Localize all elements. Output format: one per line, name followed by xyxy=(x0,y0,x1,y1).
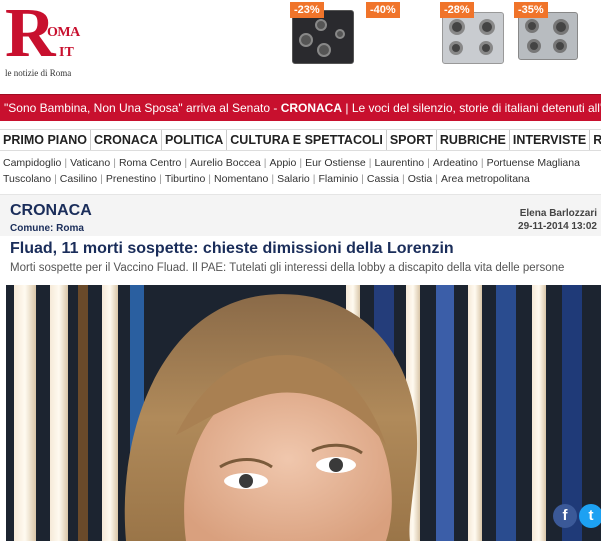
ad-product-1[interactable]: -23% xyxy=(290,2,356,66)
article-meta-bar: CRONACA Comune: Roma Elena Barlozzari 29… xyxy=(0,194,601,236)
district-link[interactable]: Prenestino xyxy=(106,173,156,185)
nav-cronaca[interactable]: CRONACA xyxy=(91,130,162,150)
ticker-text[interactable]: "Sono Bambina, Non Una Sposa" arriva al … xyxy=(4,101,601,115)
article-date: 29-11-2014 13:02 xyxy=(518,221,597,232)
district-link[interactable]: Portuense Magliana xyxy=(487,157,580,169)
district-link[interactable]: Eur Ostiense xyxy=(305,157,366,169)
article-photo xyxy=(6,285,601,541)
twitter-share-icon[interactable]: t xyxy=(579,504,601,528)
ticker-headline-1[interactable]: "Sono Bambina, Non Una Sposa" arriva al … xyxy=(4,101,281,115)
ad-product-2[interactable]: -40% xyxy=(366,2,406,66)
cooktop-image xyxy=(518,12,578,60)
ad-product-4[interactable]: -35% xyxy=(514,2,580,66)
district-link[interactable]: Aurelio Boccea xyxy=(190,157,261,169)
comune-key: Comune: xyxy=(10,223,54,234)
discount-badge: -28% xyxy=(440,2,474,18)
ticker-separator: | xyxy=(342,101,352,115)
district-link[interactable]: Laurentino xyxy=(375,157,425,169)
ticker-tag: CRONACA xyxy=(280,101,343,115)
district-link[interactable]: Cassia xyxy=(367,173,399,185)
article-author[interactable]: Elena Barlozzari xyxy=(520,208,597,219)
district-link[interactable]: Flaminio xyxy=(318,173,358,185)
district-link[interactable]: Vaticano xyxy=(70,157,110,169)
logo-it: IT xyxy=(59,45,74,60)
facebook-share-icon[interactable]: f xyxy=(553,504,577,528)
portrait-image xyxy=(6,285,601,541)
ad-product-3[interactable]: -28% xyxy=(440,2,506,66)
district-navigation: Campidoglio | Vaticano | Roma Centro | Aurelio… xyxy=(0,155,601,189)
nav-politica[interactable]: POLITICA xyxy=(162,130,228,150)
district-link[interactable]: Tiburtino xyxy=(165,173,205,185)
nav-primo-piano[interactable]: PRIMO PIANO xyxy=(0,130,92,150)
district-link[interactable]: Appio xyxy=(269,157,296,169)
district-link[interactable]: Ostia xyxy=(408,173,433,185)
nav-roma-di-notte[interactable]: ROMA DI NO xyxy=(590,130,601,150)
district-row-1: Campidoglio | Vaticano | Roma Centro | Aurelio… xyxy=(3,157,580,169)
article-headline: Fluad, 11 morti sospette: chieste dimiss… xyxy=(10,240,454,257)
cooktop-image xyxy=(442,12,504,64)
article-subtitle: Morti sospette per il Vaccino Fluad. Il … xyxy=(10,262,565,274)
district-link[interactable]: Salario xyxy=(277,173,310,185)
comune-label: Comune: Roma xyxy=(10,223,84,234)
nav-sport[interactable]: SPORT xyxy=(387,130,437,150)
cooktop-image xyxy=(292,10,354,64)
district-link[interactable]: Nomentano xyxy=(214,173,268,185)
logo-roma: OMA xyxy=(47,25,80,40)
nav-interviste[interactable]: INTERVISTE xyxy=(510,130,591,150)
discount-badge: -35% xyxy=(514,2,548,18)
main-navigation: PRIMO PIANO CRONACA POLITICA CULTURA E SPET… xyxy=(0,129,601,151)
district-row-2: Tuscolano | Casilino | Prenestino | Tiburtino |… xyxy=(3,173,530,185)
district-link[interactable]: Ardeatino xyxy=(433,157,478,169)
discount-badge: -40% xyxy=(366,2,400,18)
nav-cultura-e-spettacoli[interactable]: CULTURA E SPETTACOLI xyxy=(227,130,387,150)
nav-rubriche[interactable]: RUBRICHE xyxy=(437,130,510,150)
district-link[interactable]: Area metropolitana xyxy=(441,173,530,185)
section-title[interactable]: CRONACA xyxy=(10,202,92,220)
district-link[interactable]: Campidoglio xyxy=(3,157,61,169)
logo-tagline: le notizie di Roma xyxy=(5,68,72,78)
news-ticker[interactable]: "Sono Bambina, Non Una Sposa" arriva al … xyxy=(0,94,601,121)
site-header: R OMA IT le notizie di Roma -23% -40% -2… xyxy=(0,0,601,94)
district-link[interactable]: Roma Centro xyxy=(119,157,181,169)
district-link[interactable]: Tuscolano xyxy=(3,173,51,185)
site-logo[interactable]: R OMA IT le notizie di Roma xyxy=(3,0,84,82)
discount-badge: -23% xyxy=(290,2,324,18)
district-link[interactable]: Casilino xyxy=(60,173,97,185)
comune-value[interactable]: Roma xyxy=(56,223,84,234)
ticker-headline-2[interactable]: Le voci del silenzio, storie di italiani… xyxy=(352,101,601,115)
